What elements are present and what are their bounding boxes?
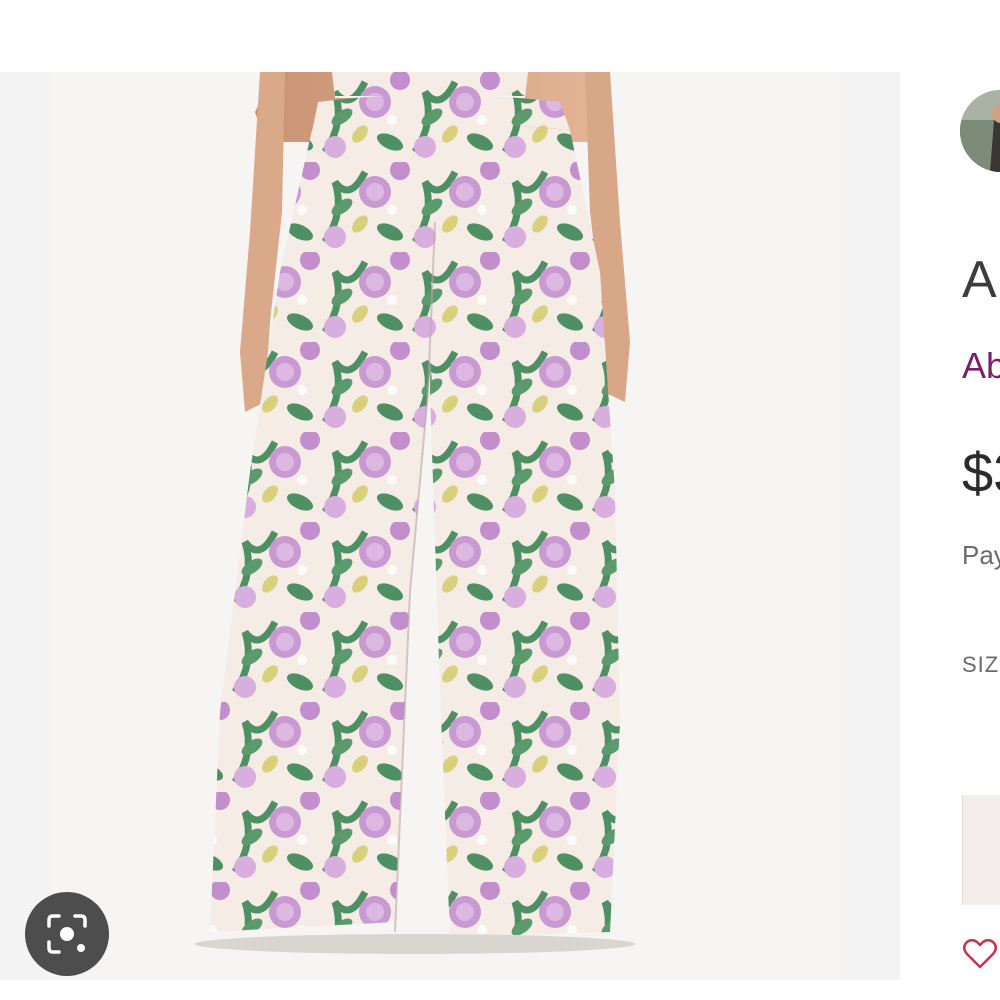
floral-pants-image <box>195 72 635 954</box>
product-price: $3 <box>962 441 1000 504</box>
brand-link[interactable]: Ab <box>962 345 1000 387</box>
avatar-image <box>960 90 1000 172</box>
size-label: SIZ <box>962 652 1000 677</box>
product-image-gallery[interactable] <box>0 72 900 980</box>
seller-avatar[interactable] <box>960 90 1000 172</box>
lens-camera-icon <box>47 914 87 954</box>
product-title: A <box>962 251 998 309</box>
visual-search-button[interactable] <box>25 892 109 976</box>
heart-outline-icon <box>963 939 997 969</box>
like-button[interactable] <box>962 936 998 972</box>
payment-note: Pay <box>962 540 1000 570</box>
product-photo[interactable] <box>50 72 840 980</box>
size-selector[interactable] <box>962 795 1000 905</box>
